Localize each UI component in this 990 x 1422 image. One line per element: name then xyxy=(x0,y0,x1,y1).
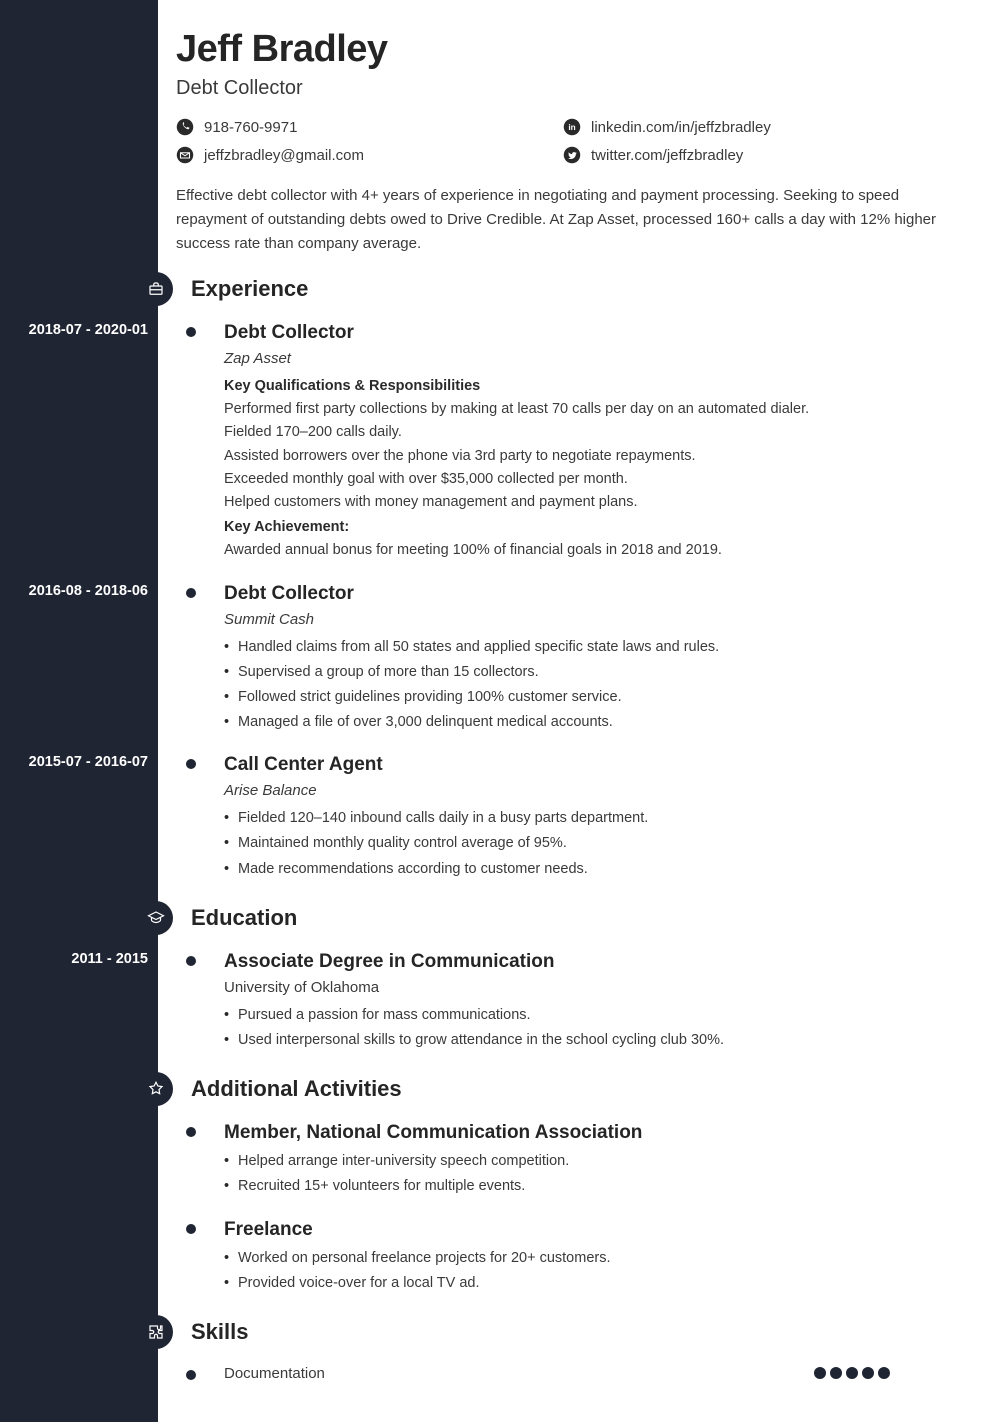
entry-title: Debt Collector xyxy=(224,322,950,344)
entry-line: Exceeded monthly goal with over $35,000 … xyxy=(224,468,950,491)
experience-entry: 2016-08 - 2018-06 Debt Collector Summit … xyxy=(176,583,950,735)
entry-body: Pursued a passion for mass communication… xyxy=(224,1004,950,1052)
entry-date: 2016-08 - 2018-06 xyxy=(0,583,158,599)
experience-entry: 2018-07 - 2020-01 Debt Collector Zap Ass… xyxy=(176,322,950,563)
entry-body: Handled claims from all 50 states and ap… xyxy=(224,636,950,735)
timeline-dot xyxy=(186,956,196,966)
entry-title: Debt Collector xyxy=(224,583,950,605)
timeline-dot xyxy=(186,1224,196,1234)
entry-title: Freelance xyxy=(224,1219,950,1241)
entry-title: Member, National Communication Associati… xyxy=(224,1122,950,1144)
twitter-icon xyxy=(563,146,581,164)
bullet: Managed a file of over 3,000 delinquent … xyxy=(224,711,950,734)
entry-body: Helped arrange inter-university speech c… xyxy=(224,1150,950,1198)
sidebar xyxy=(0,0,158,1422)
contact-phone: 918-760-9971 xyxy=(176,118,563,136)
bullet: Supervised a group of more than 15 colle… xyxy=(224,661,950,684)
entry-line: Performed first party collections by mak… xyxy=(224,398,950,421)
entry-date: 2015-07 - 2016-07 xyxy=(0,754,158,770)
entry-date: 2011 - 2015 xyxy=(0,951,158,967)
skill-row: Documentation xyxy=(176,1365,950,1382)
education-title: Education xyxy=(191,905,297,931)
timeline-dot xyxy=(186,759,196,769)
activities-title: Additional Activities xyxy=(191,1076,402,1102)
section-header: Additional Activities xyxy=(139,1072,950,1106)
email-icon xyxy=(176,146,194,164)
section-header: Skills xyxy=(139,1315,950,1349)
activity-entry: Freelance Worked on personal freelance p… xyxy=(176,1219,950,1295)
bullet: Worked on personal freelance projects fo… xyxy=(224,1247,950,1270)
bullet: Used interpersonal skills to grow attend… xyxy=(224,1029,950,1052)
person-role: Debt Collector xyxy=(176,77,950,100)
entry-body: Worked on personal freelance projects fo… xyxy=(224,1247,950,1295)
svg-text:in: in xyxy=(568,123,575,132)
activity-entry: Member, National Communication Associati… xyxy=(176,1122,950,1198)
contact-email: jeffzbradley@gmail.com xyxy=(176,146,563,164)
briefcase-icon xyxy=(139,272,173,306)
phone-icon xyxy=(176,118,194,136)
entry-title: Associate Degree in Communication xyxy=(224,951,950,973)
entry-line: Awarded annual bonus for meeting 100% of… xyxy=(224,539,950,562)
entry-line: Helped customers with money management a… xyxy=(224,491,950,514)
timeline-dot xyxy=(186,1127,196,1137)
contact-twitter: twitter.com/jeffzbradley xyxy=(563,146,950,164)
linkedin-text: linkedin.com/in/jeffzbradley xyxy=(591,119,771,136)
person-name: Jeff Bradley xyxy=(176,28,950,71)
bullet: Recruited 15+ volunteers for multiple ev… xyxy=(224,1175,950,1198)
section-header: Experience xyxy=(139,272,950,306)
bullet: Pursued a passion for mass communication… xyxy=(224,1004,950,1027)
skills-title: Skills xyxy=(191,1319,248,1345)
entry-body: Fielded 120–140 inbound calls daily in a… xyxy=(224,807,950,881)
skill-level-dots xyxy=(814,1367,890,1379)
main-content: Jeff Bradley Debt Collector 918-760-9971… xyxy=(158,0,990,1422)
timeline-dot xyxy=(186,327,196,337)
section-experience: Experience 2018-07 - 2020-01 Debt Collec… xyxy=(176,272,950,881)
entry-line: Fielded 170–200 calls daily. xyxy=(224,421,950,444)
qual-header: Key Qualifications & Responsibilities xyxy=(224,375,950,398)
section-skills: Skills Documentation xyxy=(176,1315,950,1382)
resume-page: Jeff Bradley Debt Collector 918-760-9971… xyxy=(0,0,990,1422)
timeline-dot xyxy=(186,1370,196,1380)
entry-body: Key Qualifications & Responsibilities Pe… xyxy=(224,375,950,563)
entry-company: Zap Asset xyxy=(224,350,950,367)
linkedin-icon: in xyxy=(563,118,581,136)
email-text: jeffzbradley@gmail.com xyxy=(204,147,364,164)
bullet: Handled claims from all 50 states and ap… xyxy=(224,636,950,659)
section-activities: Additional Activities Member, National C… xyxy=(176,1072,950,1295)
contact-block: 918-760-9971 in linkedin.com/in/jeffzbra… xyxy=(176,118,950,164)
bullet: Provided voice-over for a local TV ad. xyxy=(224,1272,950,1295)
ach-header: Key Achievement: xyxy=(224,516,950,539)
bullet: Made recommendations according to custom… xyxy=(224,858,950,881)
entry-date: 2018-07 - 2020-01 xyxy=(0,322,158,338)
experience-entry: 2015-07 - 2016-07 Call Center Agent Aris… xyxy=(176,754,950,881)
bullet: Fielded 120–140 inbound calls daily in a… xyxy=(224,807,950,830)
graduation-cap-icon xyxy=(139,901,173,935)
entry-company: Summit Cash xyxy=(224,611,950,628)
star-icon xyxy=(139,1072,173,1106)
contact-linkedin: in linkedin.com/in/jeffzbradley xyxy=(563,118,950,136)
entry-line: Assisted borrowers over the phone via 3r… xyxy=(224,445,950,468)
section-education: Education 2011 - 2015 Associate Degree i… xyxy=(176,901,950,1052)
summary: Effective debt collector with 4+ years o… xyxy=(176,184,950,256)
entry-title: Call Center Agent xyxy=(224,754,950,776)
phone-text: 918-760-9971 xyxy=(204,119,297,136)
entry-company: Arise Balance xyxy=(224,782,950,799)
timeline-dot xyxy=(186,588,196,598)
bullet: Helped arrange inter-university speech c… xyxy=(224,1150,950,1173)
entry-school: University of Oklahoma xyxy=(224,979,950,996)
bullet: Followed strict guidelines providing 100… xyxy=(224,686,950,709)
twitter-text: twitter.com/jeffzbradley xyxy=(591,147,743,164)
education-entry: 2011 - 2015 Associate Degree in Communic… xyxy=(176,951,950,1052)
skill-name: Documentation xyxy=(224,1365,325,1382)
puzzle-icon xyxy=(139,1315,173,1349)
bullet: Maintained monthly quality control avera… xyxy=(224,832,950,855)
experience-title: Experience xyxy=(191,276,308,302)
section-header: Education xyxy=(139,901,950,935)
